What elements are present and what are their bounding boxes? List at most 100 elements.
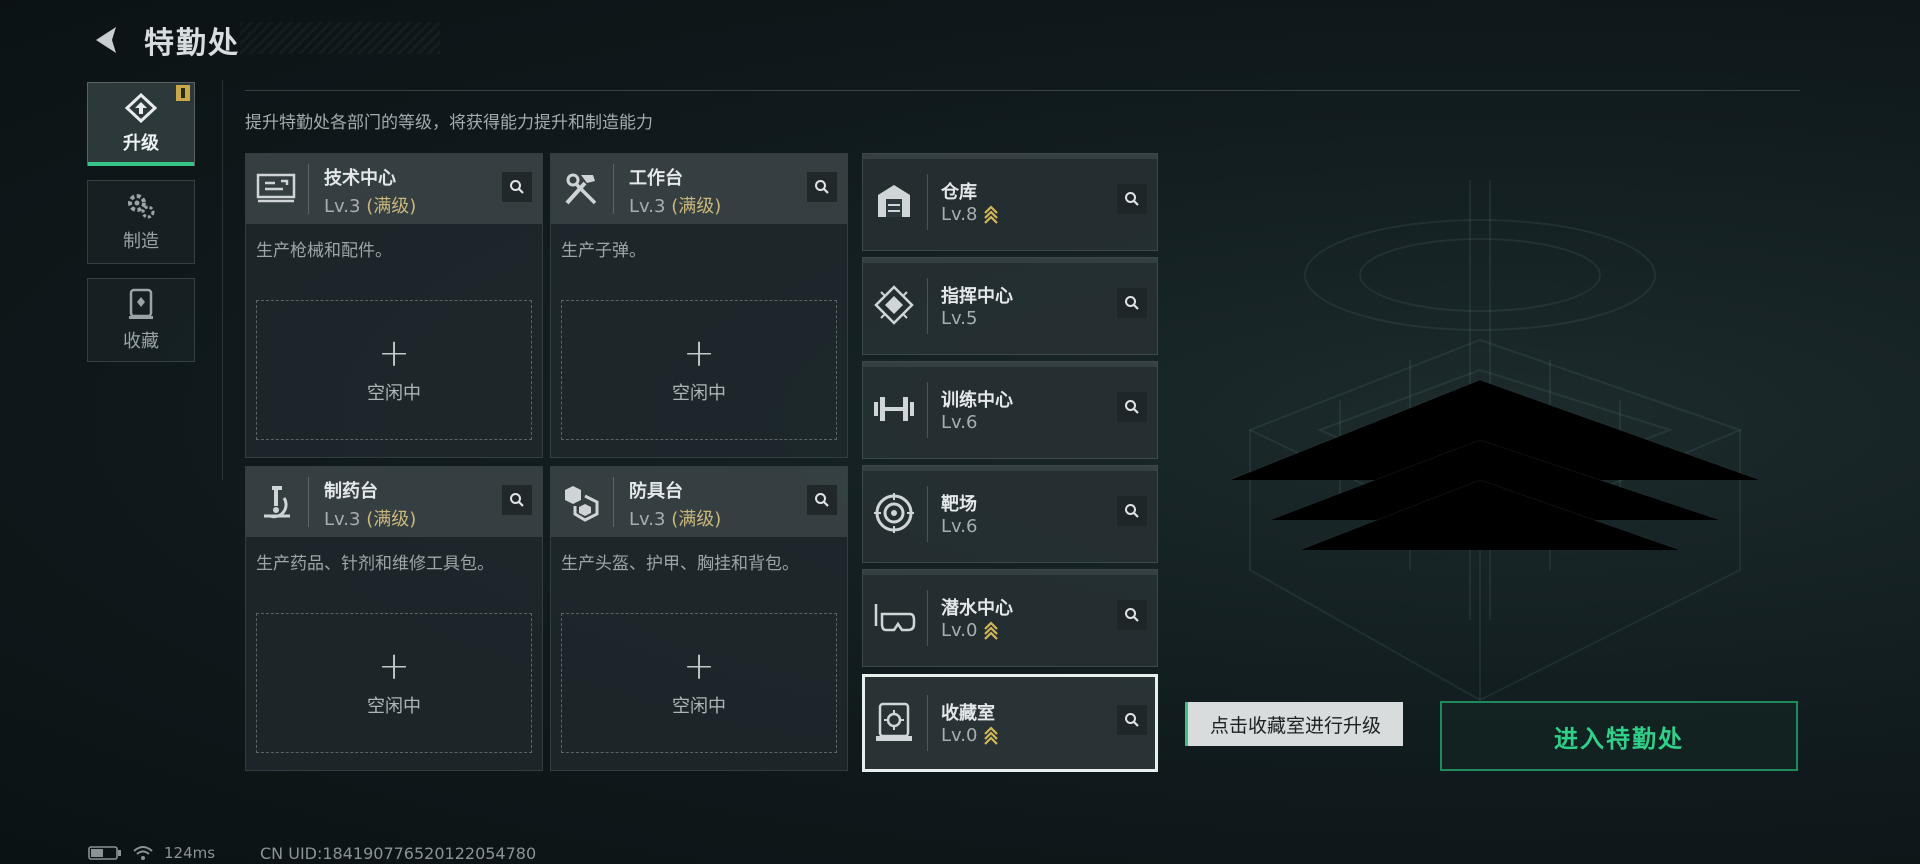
dumbbell-icon	[871, 386, 917, 432]
header-decoration	[240, 22, 440, 54]
nav-item-upgrade[interactable]: 升级	[87, 82, 195, 166]
workshop-card-workbench[interactable]: 工作台 Lv.3 (满级) 生产子弹。 + 空闲中	[550, 153, 848, 458]
workshop-card-armor[interactable]: 防具台 Lv.3 (满级) 生产头盔、护甲、胸挂和背包。 + 空闲中	[550, 466, 848, 771]
dept-collection-room[interactable]: 收藏室 Lv.0	[862, 674, 1158, 772]
search-button[interactable]	[1117, 288, 1147, 318]
nav-label: 升级	[123, 133, 159, 154]
enter-special-ops-button[interactable]: 进入特勤处	[1440, 701, 1798, 771]
divider	[927, 590, 928, 646]
dept-level: Lv.5	[941, 308, 977, 329]
back-button[interactable]	[88, 22, 124, 58]
dept-level: Lv.0	[941, 725, 999, 746]
armor-icon	[559, 479, 603, 525]
collection-room-icon	[871, 699, 917, 745]
search-icon	[815, 493, 829, 507]
divider	[927, 382, 928, 438]
workshop-card-pharmacy[interactable]: 制药台 Lv.3 (满级) 生产药品、针剂和维修工具包。 + 空闲中	[245, 466, 543, 771]
workbench-icon	[559, 166, 603, 212]
section-subtitle: 提升特勤处各部门的等级，将获得能力提升和制造能力	[245, 113, 653, 133]
card-header: 工作台 Lv.3 (满级)	[551, 154, 847, 224]
nav-item-craft[interactable]: 制造	[87, 180, 195, 264]
card-top-bar	[863, 362, 1157, 367]
nav-item-collection[interactable]: 收藏	[87, 278, 195, 362]
dept-warehouse[interactable]: 仓库 Lv.8	[862, 153, 1158, 251]
header: 特勤处	[88, 18, 240, 62]
card-top-bar	[863, 466, 1157, 471]
dept-level: Lv.6	[941, 412, 977, 433]
upgrade-hint-tooltip: 点击收藏室进行升级	[1185, 702, 1404, 746]
workshop-level: Lv.3 (满级)	[324, 505, 416, 531]
search-button[interactable]	[1117, 496, 1147, 526]
dept-diving-center[interactable]: 潜水中心 Lv.0	[862, 569, 1158, 667]
production-slot[interactable]: + 空闲中	[256, 300, 532, 440]
card-header: 防具台 Lv.3 (满级)	[551, 467, 847, 537]
divider	[927, 695, 928, 751]
card-header: 制药台 Lv.3 (满级)	[246, 467, 542, 537]
plus-icon: +	[683, 644, 715, 688]
divider	[927, 278, 928, 334]
search-button[interactable]	[502, 172, 532, 202]
dept-name: 收藏室	[941, 703, 995, 724]
production-slot[interactable]: + 空闲中	[256, 613, 532, 753]
plus-icon: +	[378, 644, 410, 688]
workshop-name: 防具台	[629, 481, 683, 502]
max-level-tag: (满级)	[671, 196, 722, 217]
search-icon	[815, 180, 829, 194]
card-top-bar	[863, 258, 1157, 263]
max-level-tag: (满级)	[366, 509, 417, 530]
dept-name: 训练中心	[941, 390, 1013, 411]
status-bar: 124ms	[88, 844, 215, 862]
building-illustration	[1229, 180, 1761, 702]
level-value: Lv.0	[941, 725, 978, 746]
workshop-card-tech-center[interactable]: 技术中心 Lv.3 (满级) 生产枪械和配件。 + 空闲中	[245, 153, 543, 458]
section-divider	[245, 90, 1800, 91]
search-button[interactable]	[1117, 392, 1147, 422]
upgrade-arrows-icon	[984, 725, 999, 745]
warehouse-icon	[871, 178, 917, 224]
dept-training-center[interactable]: 训练中心 Lv.6	[862, 361, 1158, 459]
workshop-level: Lv.3 (满级)	[629, 505, 721, 531]
divider	[927, 486, 928, 542]
search-button[interactable]	[807, 485, 837, 515]
workshop-description: 生产头盔、护甲、胸挂和背包。	[561, 554, 799, 574]
workshop-name: 制药台	[324, 481, 378, 502]
level-value: Lv.3	[629, 196, 666, 217]
card-top-bar	[863, 154, 1157, 159]
slot-status: 空闲中	[367, 383, 421, 404]
dept-level: Lv.0	[941, 620, 999, 641]
command-center-icon	[871, 282, 917, 328]
nav-divider	[222, 80, 223, 480]
dept-command-center[interactable]: 指挥中心 Lv.5	[862, 257, 1158, 355]
workshop-description: 生产枪械和配件。	[256, 241, 392, 261]
search-icon	[1125, 400, 1139, 414]
level-value: Lv.0	[941, 620, 978, 641]
user-id: CN UID:18419077652012205478​0	[260, 844, 537, 863]
divider	[613, 164, 614, 214]
search-button[interactable]	[502, 485, 532, 515]
workshop-level: Lv.3 (满级)	[324, 192, 416, 218]
level-value: Lv.6	[941, 516, 978, 537]
search-icon	[1125, 608, 1139, 622]
level-value: Lv.6	[941, 412, 978, 433]
production-slot[interactable]: + 空闲中	[561, 613, 837, 753]
dept-shooting-range[interactable]: 靶场 Lv.6	[862, 465, 1158, 563]
search-button[interactable]	[1117, 184, 1147, 214]
search-button[interactable]	[807, 172, 837, 202]
max-level-tag: (满级)	[366, 196, 417, 217]
dept-level: Lv.6	[941, 516, 977, 537]
search-button[interactable]	[1117, 705, 1147, 735]
dept-name: 潜水中心	[941, 598, 1013, 619]
production-slot[interactable]: + 空闲中	[561, 300, 837, 440]
divider	[308, 477, 309, 527]
search-icon	[1125, 713, 1139, 727]
notification-badge	[176, 85, 190, 101]
search-icon	[510, 180, 524, 194]
search-icon	[1125, 192, 1139, 206]
page-title: 特勤处	[144, 26, 240, 61]
back-arrow-icon	[96, 27, 116, 53]
search-button[interactable]	[1117, 600, 1147, 630]
max-level-tag: (满级)	[671, 509, 722, 530]
search-icon	[510, 493, 524, 507]
dept-name: 仓库	[941, 182, 977, 203]
divider	[927, 174, 928, 230]
